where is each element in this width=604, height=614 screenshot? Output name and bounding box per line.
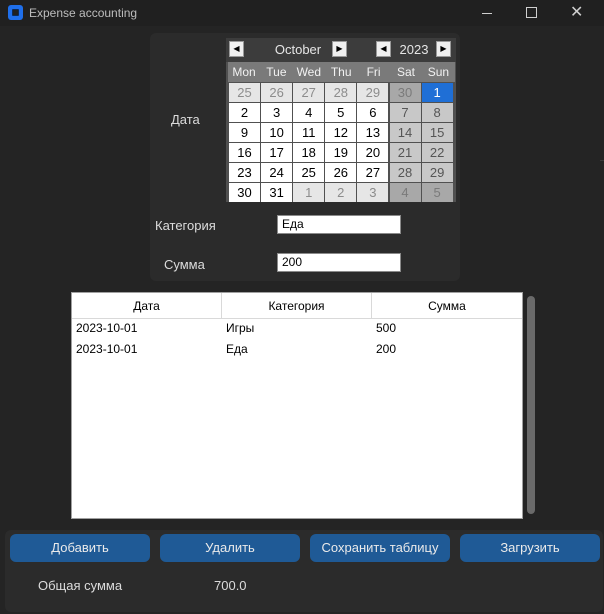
scrollbar-thumb[interactable]	[527, 296, 535, 514]
divider	[600, 160, 604, 161]
calendar-day[interactable]: 9	[229, 123, 260, 142]
sum-field[interactable]: 200	[277, 253, 401, 272]
calendar-day[interactable]: 18	[293, 143, 325, 162]
calendar-day[interactable]: 26	[261, 83, 293, 102]
calendar-day[interactable]: 21	[389, 143, 421, 162]
date-label: Дата	[171, 112, 200, 127]
calendar-day[interactable]: 3	[261, 103, 293, 122]
calendar-day[interactable]: 28	[389, 163, 421, 182]
calendar-day[interactable]: 28	[325, 83, 357, 102]
calendar-day[interactable]: 30	[389, 83, 421, 102]
cell-date: 2023-10-01	[76, 321, 138, 335]
cell-date: 2023-10-01	[76, 342, 138, 356]
next-month-button[interactable]: ▶	[332, 41, 347, 57]
title-bar: Expense accounting ✕	[0, 0, 604, 26]
cell-category: Игры	[226, 321, 255, 335]
delete-button[interactable]: Удалить	[160, 534, 300, 562]
day-name: Sat	[396, 65, 415, 79]
calendar-day[interactable]: 2	[325, 183, 357, 202]
calendar-day[interactable]: 23	[229, 163, 260, 182]
prev-year-button[interactable]: ◀	[376, 41, 391, 57]
window-title: Expense accounting	[29, 6, 138, 20]
close-button[interactable]: ✕	[554, 0, 600, 26]
calendar-day[interactable]: 6	[357, 103, 389, 122]
next-year-button[interactable]: ▶	[436, 41, 451, 57]
day-name: Thu	[330, 65, 352, 79]
category-label: Категория	[155, 218, 216, 233]
day-name: Wed	[296, 65, 322, 79]
calendar-day[interactable]: 12	[325, 123, 357, 142]
date-calendar: ◀ October ▶ ◀ 2023 ▶ Mon Tue Wed Thu Fri Sat S…	[226, 38, 456, 202]
calendar-day[interactable]: 14	[389, 123, 421, 142]
category-field[interactable]: Еда	[277, 215, 401, 234]
load-button[interactable]: Загрузить	[460, 534, 600, 562]
sum-label: Сумма	[164, 257, 205, 272]
calendar-day[interactable]: 29	[357, 83, 389, 102]
total-label: Общая сумма	[38, 578, 123, 593]
calendar-day[interactable]: 13	[357, 123, 389, 142]
calendar-day[interactable]: 5	[421, 183, 453, 202]
day-name: Sun	[427, 65, 450, 79]
calendar-day[interactable]: 27	[357, 163, 389, 182]
close-icon: ✕	[570, 4, 584, 21]
calendar-day[interactable]: 10	[261, 123, 293, 142]
column-header-date[interactable]: Дата	[72, 293, 222, 319]
calendar-day[interactable]: 4	[389, 183, 421, 202]
calendar-day[interactable]: 7	[389, 103, 421, 122]
calendar-day[interactable]: 24	[261, 163, 293, 182]
column-header-category[interactable]: Категория	[222, 293, 372, 319]
calendar-day[interactable]: 3	[357, 183, 389, 202]
calendar-day[interactable]: 17	[261, 143, 293, 162]
cell-sum: 200	[376, 342, 397, 356]
day-name: Tue	[266, 65, 287, 79]
calendar-day[interactable]: 27	[293, 83, 325, 102]
expenses-table: Дата Категория Сумма 2023-10-01 Игры 500…	[71, 292, 523, 519]
calendar-day[interactable]: 31	[261, 183, 293, 202]
calendar-day[interactable]: 5	[325, 103, 357, 122]
calendar-header: ◀ October ▶ ◀ 2023 ▶	[226, 38, 456, 62]
calendar-day[interactable]: 19	[325, 143, 357, 162]
calendar-day[interactable]: 11	[293, 123, 325, 142]
column-header-sum[interactable]: Сумма	[372, 293, 522, 319]
prev-month-button[interactable]: ◀	[229, 41, 244, 57]
add-button[interactable]: Добавить	[10, 534, 150, 562]
calendar-day[interactable]: 26	[325, 163, 357, 182]
calendar-day[interactable]: 16	[229, 143, 260, 162]
calendar-day[interactable]: 29	[421, 163, 453, 182]
calendar-day-selected[interactable]: 1	[421, 83, 453, 102]
cell-sum: 500	[376, 321, 397, 335]
minimize-button[interactable]	[464, 0, 510, 26]
total-value: 700.0	[214, 578, 247, 593]
day-name: Mon	[232, 65, 256, 79]
calendar-day[interactable]: 25	[229, 83, 260, 102]
minimize-icon	[482, 13, 492, 14]
calendar-day[interactable]: 2	[229, 103, 260, 122]
day-name: Fri	[366, 65, 381, 79]
app-icon	[8, 5, 23, 20]
cell-category: Еда	[226, 342, 248, 356]
calendar-day-names: Mon Tue Wed Thu Fri Sat Sun	[228, 62, 455, 82]
calendar-day[interactable]: 25	[293, 163, 325, 182]
save-table-button[interactable]: Сохранить таблицу	[310, 534, 450, 562]
calendar-year: 2023	[399, 42, 429, 57]
maximize-button[interactable]	[508, 0, 554, 26]
calendar-day[interactable]: 4	[293, 103, 325, 122]
calendar-day[interactable]: 20	[357, 143, 389, 162]
calendar-day[interactable]: 8	[421, 103, 453, 122]
calendar-day[interactable]: 15	[421, 123, 453, 142]
calendar-day[interactable]: 22	[421, 143, 453, 162]
calendar-day[interactable]: 1	[293, 183, 325, 202]
calendar-day[interactable]: 30	[229, 183, 260, 202]
maximize-icon	[526, 7, 537, 18]
